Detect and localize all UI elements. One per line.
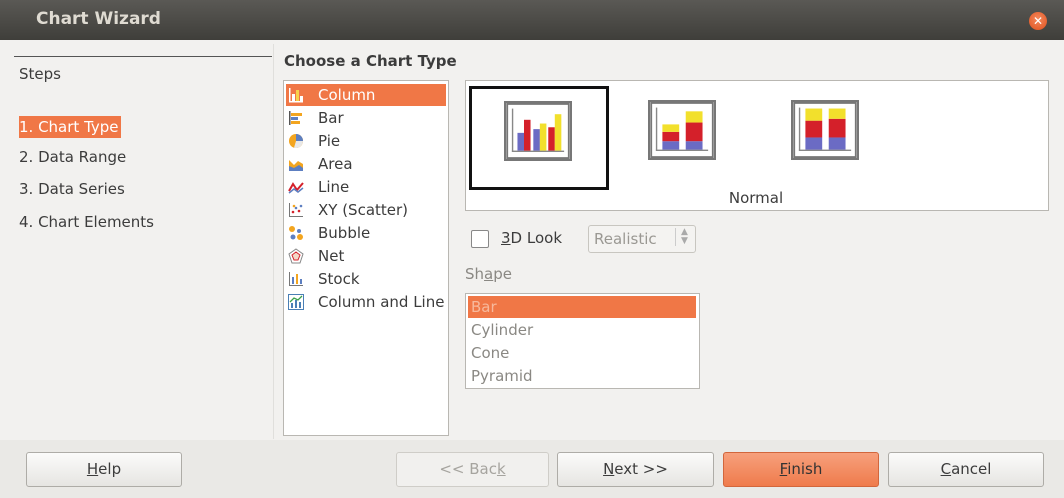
bar-chart-icon xyxy=(289,111,302,125)
variant-normal[interactable] xyxy=(469,86,609,190)
net-chart-icon xyxy=(288,248,304,264)
step-data-range[interactable]: 2. Data Range xyxy=(19,146,126,168)
finish-button[interactable]: Finish xyxy=(723,452,879,487)
chart-type-label: Bubble xyxy=(318,224,371,242)
window-title: Chart Wizard xyxy=(36,9,161,29)
chart-type-label: Bar xyxy=(318,109,344,127)
shape-list[interactable]: Bar Cylinder Cone Pyramid xyxy=(465,293,700,389)
back-button[interactable]: << Back xyxy=(396,452,549,487)
3d-look-checkbox[interactable] xyxy=(471,230,489,248)
chart-variant-panel: Normal xyxy=(465,80,1049,211)
variant-stacked[interactable] xyxy=(624,86,764,190)
stock-chart-icon xyxy=(289,272,303,286)
chart-type-column[interactable]: Column xyxy=(286,84,446,106)
shape-cylinder[interactable]: Cylinder xyxy=(468,319,696,341)
3d-style-value: Realistic xyxy=(594,230,657,248)
variant-percent-stacked[interactable] xyxy=(769,86,909,190)
chart-type-stock[interactable]: Stock xyxy=(286,268,446,290)
next-button[interactable]: Next >> xyxy=(557,452,714,487)
title-bar: Chart Wizard ✕ xyxy=(0,0,1064,40)
chart-type-line[interactable]: Line xyxy=(286,176,446,198)
steps-separator xyxy=(273,44,274,439)
step-chart-elements[interactable]: 4. Chart Elements xyxy=(19,211,154,233)
pie-chart-icon xyxy=(289,134,303,148)
choose-chart-type-title: Choose a Chart Type xyxy=(284,52,457,70)
chart-type-label: Pie xyxy=(318,132,341,150)
column-chart-icon xyxy=(289,88,303,103)
chart-type-label: Stock xyxy=(318,270,360,288)
shape-cone[interactable]: Cone xyxy=(468,342,696,364)
stacked-column-thumbnail xyxy=(648,100,716,160)
steps-title: Steps xyxy=(19,65,61,83)
shape-bar[interactable]: Bar xyxy=(468,296,696,318)
3d-look-label-rest: D Look xyxy=(510,229,562,247)
line-chart-icon xyxy=(288,182,304,194)
bubble-chart-icon xyxy=(289,226,303,240)
step-data-series[interactable]: 3. Data Series xyxy=(19,178,125,200)
chart-type-bubble[interactable]: Bubble xyxy=(286,222,446,244)
chart-type-label: Line xyxy=(318,178,350,196)
column-line-chart-icon xyxy=(288,294,304,310)
chart-type-net[interactable]: Net xyxy=(286,245,446,267)
chart-type-area[interactable]: Area xyxy=(286,153,446,175)
variant-name-label: Normal xyxy=(728,189,784,207)
shape-title: Shape xyxy=(465,265,512,283)
normal-column-thumbnail xyxy=(504,101,572,161)
chart-type-column-and-line[interactable]: Column and Line xyxy=(286,291,446,313)
steps-divider xyxy=(14,56,272,57)
chart-type-label: Net xyxy=(318,247,345,265)
chart-type-label: Column xyxy=(318,86,376,104)
chart-type-list[interactable]: Column Bar Pie Area Line XY (Scatter) Bu… xyxy=(283,80,449,436)
help-button[interactable]: Help xyxy=(26,452,182,487)
chart-type-xy-scatter[interactable]: XY (Scatter) xyxy=(286,199,446,221)
close-icon[interactable]: ✕ xyxy=(1029,12,1047,30)
scatter-chart-icon xyxy=(289,203,303,217)
3d-look-label[interactable]: 3D Look xyxy=(501,229,562,247)
percent-stacked-column-thumbnail xyxy=(791,100,859,160)
cancel-button[interactable]: Cancel xyxy=(888,452,1044,487)
spin-arrows-icon[interactable]: ▲ ▼ xyxy=(675,228,688,246)
chart-type-pie[interactable]: Pie xyxy=(286,130,446,152)
chart-type-label: Area xyxy=(318,155,353,173)
area-chart-icon xyxy=(289,160,303,171)
chart-type-bar[interactable]: Bar xyxy=(286,107,446,129)
chart-type-label: XY (Scatter) xyxy=(318,201,409,219)
chart-type-label: Column and Line xyxy=(318,293,445,311)
shape-pyramid[interactable]: Pyramid xyxy=(468,365,696,387)
step-chart-type[interactable]: 1. Chart Type xyxy=(19,116,121,138)
3d-style-spinbox[interactable]: Realistic ▲ ▼ xyxy=(588,225,696,253)
